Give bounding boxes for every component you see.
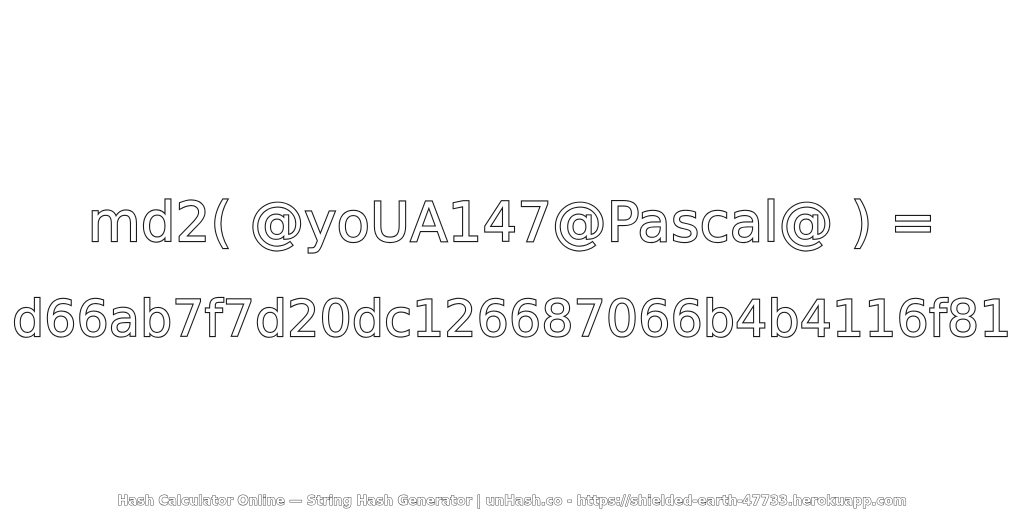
hash-expression: md2( @yoUA147@Pascal@ ) = [87, 190, 937, 255]
site-footer-credit: Hash Calculator Online — String Hash Gen… [117, 494, 907, 510]
hash-value: d66ab7f7d20dc126687066b4b4116f81 [11, 289, 1012, 349]
hash-result-image: md2( @yoUA147@Pascal@ ) = d66ab7f7d20dc1… [0, 0, 1024, 512]
